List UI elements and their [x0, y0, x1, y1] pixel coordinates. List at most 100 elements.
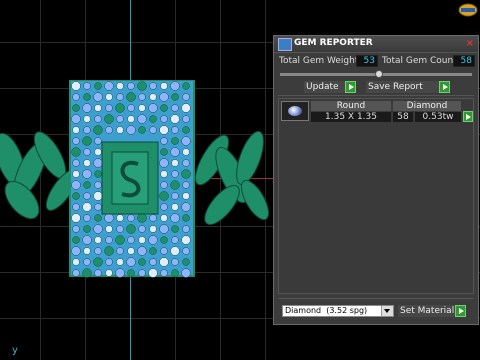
- gem-stone: [72, 159, 80, 167]
- gem-stone: [138, 126, 146, 134]
- gem-stone: [72, 269, 80, 277]
- gem-stone: [149, 93, 157, 101]
- gem-stone: [171, 258, 179, 266]
- gem-stone: [94, 115, 102, 123]
- divider: [278, 298, 474, 299]
- gem-stone: [159, 125, 169, 135]
- gem-stone: [160, 170, 168, 178]
- gem-stone: [159, 92, 169, 102]
- gem-stone: [83, 148, 91, 156]
- gem-stone: [170, 81, 180, 91]
- gem-stone: [105, 236, 113, 244]
- gem-stone: [160, 137, 168, 145]
- gem-stone: [160, 247, 168, 255]
- gem-stone: [149, 115, 157, 123]
- gem-stone: [116, 82, 124, 90]
- gem-stone: [94, 181, 102, 189]
- gem-stone: [160, 148, 168, 156]
- axis-label-y: y: [12, 345, 18, 356]
- save-report-label: Save Report: [368, 82, 423, 92]
- gem-stone: [149, 258, 157, 266]
- panel-titlebar[interactable]: GEM REPORTER ×: [274, 36, 478, 53]
- gem-stone: [72, 170, 80, 178]
- gem-stone: [138, 104, 146, 112]
- set-material-button[interactable]: Set Material: [398, 305, 466, 317]
- gem-stone: [182, 148, 190, 156]
- material-select[interactable]: Diamond (3.52 spg): [282, 305, 394, 317]
- gem-stone: [171, 170, 179, 178]
- gem-stone: [82, 235, 92, 245]
- gem-stone: [72, 225, 80, 233]
- gem-stone: [181, 136, 191, 146]
- gem-stone: [94, 137, 102, 145]
- gem-stone: [105, 258, 113, 266]
- gem-stone: [171, 192, 179, 200]
- close-icon[interactable]: ×: [466, 38, 474, 49]
- gem-stone: [93, 125, 103, 135]
- gem-stone: [127, 82, 135, 90]
- gem-stone: [160, 203, 168, 211]
- gem-stone: [83, 159, 91, 167]
- save-report-button[interactable]: Save Report: [366, 81, 450, 93]
- gem-stone: [182, 181, 190, 189]
- row-go-button[interactable]: [463, 111, 473, 122]
- gem-stone: [72, 126, 80, 134]
- gem-stone: [138, 236, 146, 244]
- gem-stone: [105, 126, 113, 134]
- gem-stone: [181, 202, 191, 212]
- gem-stone: [126, 125, 136, 135]
- gem-stone: [71, 213, 81, 223]
- gem-stone: [93, 92, 103, 102]
- chevron-down-icon[interactable]: [381, 306, 393, 316]
- gem-stone: [148, 268, 158, 278]
- header-material: Diamond: [393, 101, 461, 111]
- gem-stone: [105, 104, 113, 112]
- gem-stone: [171, 203, 179, 211]
- gem-stone: [171, 93, 179, 101]
- gem-list: Round Diamond 1.35 X 1.35 58 0.53tw: [278, 98, 474, 294]
- ring-model: [0, 80, 269, 278]
- gem-stone: [171, 126, 179, 134]
- update-label: Update: [306, 82, 339, 92]
- total-count-value: 58: [453, 55, 475, 67]
- gem-stone: [182, 115, 190, 123]
- gem-stone: [104, 81, 114, 91]
- gem-stone: [159, 191, 169, 201]
- gem-stone: [171, 269, 179, 277]
- total-weight-label: Total Gem Weight: [279, 56, 359, 66]
- gem-stone: [160, 214, 168, 222]
- gem-stone: [71, 246, 81, 256]
- gem-size-slider[interactable]: [280, 70, 472, 78]
- gem-stone: [116, 214, 124, 222]
- gem-stone: [94, 203, 102, 211]
- gem-stone: [72, 192, 80, 200]
- gem-stone: [83, 225, 91, 233]
- gem-stone: [83, 247, 91, 255]
- gem-stone: [149, 126, 157, 134]
- update-button[interactable]: Update: [304, 81, 356, 93]
- gem-stone: [182, 93, 190, 101]
- gem-stone: [83, 181, 91, 189]
- gem-stone: [115, 235, 125, 245]
- gem-stone: [127, 269, 135, 277]
- gem-stone: [182, 225, 190, 233]
- gem-stone: [181, 235, 191, 245]
- gem-stone: [148, 235, 158, 245]
- set-material-label: Set Material: [400, 306, 455, 316]
- slider-handle[interactable]: [375, 70, 383, 78]
- round-gem-thumbnail[interactable]: [281, 101, 309, 121]
- gem-stone: [182, 159, 190, 167]
- gem-stone: [83, 82, 91, 90]
- gem-stone: [137, 246, 147, 256]
- gem-stone: [126, 92, 136, 102]
- gem-stone: [170, 114, 180, 124]
- gem-stone: [127, 247, 135, 255]
- gem-reporter-icon: [278, 38, 292, 51]
- total-weight-value: 53: [356, 55, 378, 67]
- gem-stone: [105, 269, 113, 277]
- gem-stone: [71, 180, 81, 190]
- gem-stone: [137, 81, 147, 91]
- gem-icon: [288, 106, 302, 116]
- gem-stone: [72, 258, 80, 266]
- panel-title: GEM REPORTER: [294, 38, 373, 48]
